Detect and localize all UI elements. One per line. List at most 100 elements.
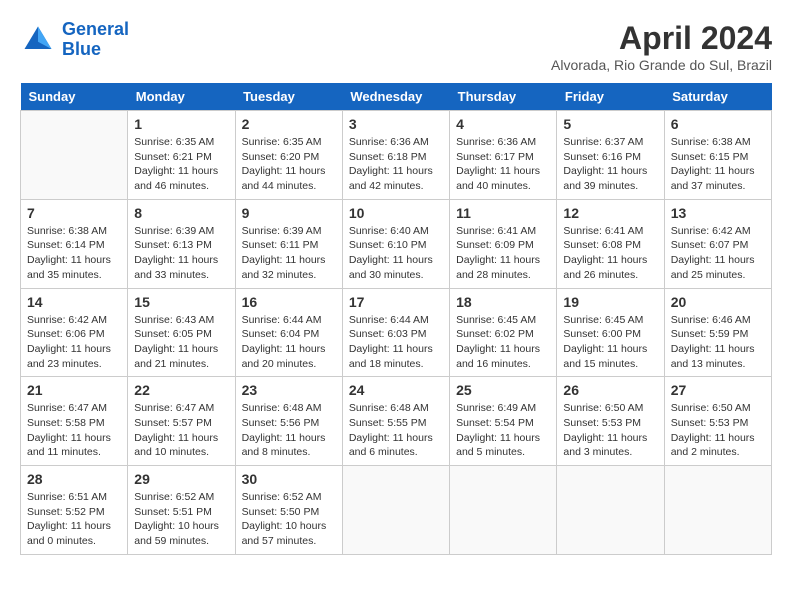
- day-number: 26: [563, 382, 657, 398]
- day-number: 16: [242, 294, 336, 310]
- day-cell: [557, 466, 664, 555]
- day-info: Sunrise: 6:45 AMSunset: 6:00 PMDaylight:…: [563, 313, 657, 372]
- day-number: 6: [671, 116, 765, 132]
- day-cell: [21, 111, 128, 200]
- week-row-2: 14 Sunrise: 6:42 AMSunset: 6:06 PMDayligh…: [21, 288, 772, 377]
- month-title: April 2024: [551, 20, 772, 57]
- day-info: Sunrise: 6:38 AMSunset: 6:15 PMDaylight:…: [671, 135, 765, 194]
- day-cell: [664, 466, 771, 555]
- day-cell: 28 Sunrise: 6:51 AMSunset: 5:52 PMDayligh…: [21, 466, 128, 555]
- day-cell: 12 Sunrise: 6:41 AMSunset: 6:08 PMDayligh…: [557, 199, 664, 288]
- day-info: Sunrise: 6:36 AMSunset: 6:18 PMDaylight:…: [349, 135, 443, 194]
- day-info: Sunrise: 6:45 AMSunset: 6:02 PMDaylight:…: [456, 313, 550, 372]
- day-info: Sunrise: 6:47 AMSunset: 5:57 PMDaylight:…: [134, 401, 228, 460]
- day-cell: 11 Sunrise: 6:41 AMSunset: 6:09 PMDayligh…: [450, 199, 557, 288]
- page-header: General Blue April 2024 Alvorada, Rio Gr…: [20, 20, 772, 73]
- day-info: Sunrise: 6:52 AMSunset: 5:51 PMDaylight:…: [134, 490, 228, 549]
- day-number: 30: [242, 471, 336, 487]
- week-row-4: 28 Sunrise: 6:51 AMSunset: 5:52 PMDayligh…: [21, 466, 772, 555]
- day-info: Sunrise: 6:35 AMSunset: 6:21 PMDaylight:…: [134, 135, 228, 194]
- day-info: Sunrise: 6:41 AMSunset: 6:09 PMDaylight:…: [456, 224, 550, 283]
- day-cell: [342, 466, 449, 555]
- day-info: Sunrise: 6:42 AMSunset: 6:06 PMDaylight:…: [27, 313, 121, 372]
- day-number: 28: [27, 471, 121, 487]
- day-number: 14: [27, 294, 121, 310]
- day-number: 23: [242, 382, 336, 398]
- day-cell: 10 Sunrise: 6:40 AMSunset: 6:10 PMDayligh…: [342, 199, 449, 288]
- day-info: Sunrise: 6:39 AMSunset: 6:13 PMDaylight:…: [134, 224, 228, 283]
- day-info: Sunrise: 6:46 AMSunset: 5:59 PMDaylight:…: [671, 313, 765, 372]
- day-info: Sunrise: 6:37 AMSunset: 6:16 PMDaylight:…: [563, 135, 657, 194]
- week-row-3: 21 Sunrise: 6:47 AMSunset: 5:58 PMDayligh…: [21, 377, 772, 466]
- day-cell: 25Sunrise: 6:49 AMSunset: 5:54 PMDayligh…: [450, 377, 557, 466]
- day-number: 8: [134, 205, 228, 221]
- day-info: Sunrise: 6:47 AMSunset: 5:58 PMDaylight:…: [27, 401, 121, 460]
- day-info: Sunrise: 6:36 AMSunset: 6:17 PMDaylight:…: [456, 135, 550, 194]
- day-cell: 24Sunrise: 6:48 AMSunset: 5:55 PMDayligh…: [342, 377, 449, 466]
- week-row-1: 7Sunrise: 6:38 AMSunset: 6:14 PMDaylight…: [21, 199, 772, 288]
- day-cell: 16 Sunrise: 6:44 AMSunset: 6:04 PMDayligh…: [235, 288, 342, 377]
- logo-icon: [20, 22, 56, 58]
- day-cell: 23 Sunrise: 6:48 AMSunset: 5:56 PMDayligh…: [235, 377, 342, 466]
- day-number: 9: [242, 205, 336, 221]
- day-number: 10: [349, 205, 443, 221]
- day-cell: 18 Sunrise: 6:45 AMSunset: 6:02 PMDayligh…: [450, 288, 557, 377]
- day-info: Sunrise: 6:44 AMSunset: 6:04 PMDaylight:…: [242, 313, 336, 372]
- day-number: 3: [349, 116, 443, 132]
- day-number: 13: [671, 205, 765, 221]
- day-info: Sunrise: 6:41 AMSunset: 6:08 PMDaylight:…: [563, 224, 657, 283]
- day-cell: 2Sunrise: 6:35 AMSunset: 6:20 PMDaylight…: [235, 111, 342, 200]
- day-number: 27: [671, 382, 765, 398]
- day-cell: 6 Sunrise: 6:38 AMSunset: 6:15 PMDaylight…: [664, 111, 771, 200]
- day-number: 22: [134, 382, 228, 398]
- day-info: Sunrise: 6:43 AMSunset: 6:05 PMDaylight:…: [134, 313, 228, 372]
- day-cell: 7Sunrise: 6:38 AMSunset: 6:14 PMDaylight…: [21, 199, 128, 288]
- day-info: Sunrise: 6:42 AMSunset: 6:07 PMDaylight:…: [671, 224, 765, 283]
- day-info: Sunrise: 6:39 AMSunset: 6:11 PMDaylight:…: [242, 224, 336, 283]
- day-cell: [450, 466, 557, 555]
- day-cell: 15 Sunrise: 6:43 AMSunset: 6:05 PMDayligh…: [128, 288, 235, 377]
- header-row: SundayMondayTuesdayWednesdayThursdayFrid…: [21, 83, 772, 111]
- day-number: 20: [671, 294, 765, 310]
- day-number: 5: [563, 116, 657, 132]
- day-cell: 30 Sunrise: 6:52 AMSunset: 5:50 PMDayligh…: [235, 466, 342, 555]
- day-info: Sunrise: 6:51 AMSunset: 5:52 PMDaylight:…: [27, 490, 121, 549]
- day-cell: 26 Sunrise: 6:50 AMSunset: 5:53 PMDayligh…: [557, 377, 664, 466]
- day-cell: 21 Sunrise: 6:47 AMSunset: 5:58 PMDayligh…: [21, 377, 128, 466]
- day-number: 11: [456, 205, 550, 221]
- day-info: Sunrise: 6:52 AMSunset: 5:50 PMDaylight:…: [242, 490, 336, 549]
- day-cell: 19 Sunrise: 6:45 AMSunset: 6:00 PMDayligh…: [557, 288, 664, 377]
- day-info: Sunrise: 6:50 AMSunset: 5:53 PMDaylight:…: [563, 401, 657, 460]
- day-number: 29: [134, 471, 228, 487]
- day-cell: 29 Sunrise: 6:52 AMSunset: 5:51 PMDayligh…: [128, 466, 235, 555]
- day-info: Sunrise: 6:40 AMSunset: 6:10 PMDaylight:…: [349, 224, 443, 283]
- col-header-friday: Friday: [557, 83, 664, 111]
- day-number: 19: [563, 294, 657, 310]
- day-number: 15: [134, 294, 228, 310]
- day-info: Sunrise: 6:44 AMSunset: 6:03 PMDaylight:…: [349, 313, 443, 372]
- day-cell: 1 Sunrise: 6:35 AMSunset: 6:21 PMDaylight…: [128, 111, 235, 200]
- logo-text: General Blue: [62, 20, 129, 60]
- col-header-sunday: Sunday: [21, 83, 128, 111]
- day-cell: 9 Sunrise: 6:39 AMSunset: 6:11 PMDaylight…: [235, 199, 342, 288]
- title-block: April 2024 Alvorada, Rio Grande do Sul, …: [551, 20, 772, 73]
- day-number: 21: [27, 382, 121, 398]
- day-number: 17: [349, 294, 443, 310]
- calendar-table: SundayMondayTuesdayWednesdayThursdayFrid…: [20, 83, 772, 555]
- col-header-wednesday: Wednesday: [342, 83, 449, 111]
- day-info: Sunrise: 6:48 AMSunset: 5:56 PMDaylight:…: [242, 401, 336, 460]
- day-cell: 27Sunrise: 6:50 AMSunset: 5:53 PMDayligh…: [664, 377, 771, 466]
- day-number: 1: [134, 116, 228, 132]
- day-cell: 20 Sunrise: 6:46 AMSunset: 5:59 PMDayligh…: [664, 288, 771, 377]
- day-cell: 4 Sunrise: 6:36 AMSunset: 6:17 PMDaylight…: [450, 111, 557, 200]
- day-number: 18: [456, 294, 550, 310]
- logo: General Blue: [20, 20, 129, 60]
- day-number: 12: [563, 205, 657, 221]
- day-number: 25: [456, 382, 550, 398]
- col-header-tuesday: Tuesday: [235, 83, 342, 111]
- day-cell: 22 Sunrise: 6:47 AMSunset: 5:57 PMDayligh…: [128, 377, 235, 466]
- day-number: 7: [27, 205, 121, 221]
- day-number: 4: [456, 116, 550, 132]
- day-number: 2: [242, 116, 336, 132]
- day-cell: 13 Sunrise: 6:42 AMSunset: 6:07 PMDayligh…: [664, 199, 771, 288]
